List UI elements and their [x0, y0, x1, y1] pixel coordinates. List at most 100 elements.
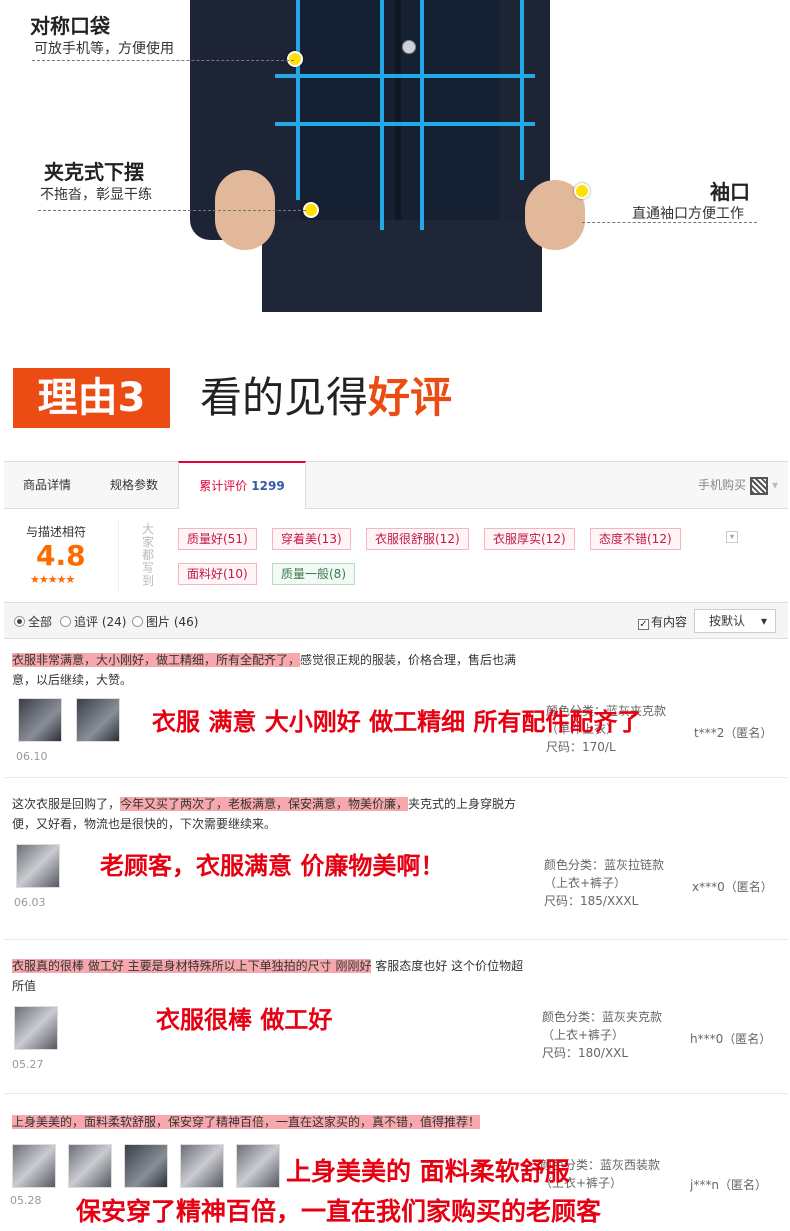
mobile-buy-link[interactable]: 手机购买 ▾ [698, 476, 778, 495]
review-overlay-caption: 衣服 满意 大小刚好 做工精细 所有配件配齐了 [152, 708, 642, 736]
filter-pictures[interactable]: 图片 (46) [132, 613, 198, 630]
cuff-callout-title: 袖口 [710, 180, 750, 204]
radio-checked-icon [14, 616, 25, 627]
review-text: 这次衣服是回购了，今年又买了两次了，老板满意，保安满意，物美价廉，夹克式的上身穿… [12, 794, 532, 834]
review-text: 上身美美的，面料柔软舒服，保安穿了精神百倍，一直在这家买的，真不错，值得推荐！ [12, 1112, 612, 1132]
caret-down-icon: ▾ [771, 478, 778, 492]
review-overlay-caption: 上身美美的 面料柔软舒服 [286, 1157, 570, 1186]
measure-line [380, 0, 384, 230]
measure-line [275, 122, 535, 126]
review-highlight: 上身美美的，面料柔软舒服，保安穿了精神百倍，一直在这家买的，真不错，值得推荐！ [12, 1115, 481, 1129]
review-user: x***0（匿名） [692, 880, 773, 894]
has-content-checkbox[interactable]: ✓ 有内容 [638, 613, 687, 630]
cuff-dot [574, 183, 590, 199]
score-label: 与描述相符 [26, 525, 87, 539]
review-photo[interactable] [68, 1144, 112, 1188]
measure-line [275, 74, 535, 78]
hem-callout-sub: 不拖沓，彰显干练 [40, 187, 152, 203]
review-photo[interactable] [12, 1144, 56, 1188]
pocket-callout-line [32, 60, 294, 61]
reason-heading: 看的见得好评 [200, 366, 452, 430]
jacket-button [402, 40, 416, 54]
review-date: 05.28 [10, 1194, 42, 1207]
radio-icon [60, 616, 71, 627]
reason-badge: 理由3 [13, 368, 170, 428]
review-date: 06.10 [16, 750, 48, 763]
review-text: 衣服真的很棒 做工好 主要是身材特殊所以上下单独拍的尺寸 刚刚好 客服态度也好 … [12, 956, 532, 996]
checkbox-checked-icon: ✓ [638, 619, 649, 630]
measure-line [420, 0, 424, 230]
review-user: h***0（匿名） [690, 1032, 772, 1046]
tag-thick[interactable]: 衣服厚实(12) [484, 528, 575, 550]
sku-size: 尺码：180/XXL [542, 1046, 629, 1060]
filter-followup-label: 追评 (24) [74, 615, 127, 629]
review-photo[interactable] [236, 1144, 280, 1188]
review-date: 06.03 [14, 896, 46, 909]
tag-looks-good[interactable]: 穿着美(13) [272, 528, 351, 550]
review-filter-bar: 全部 追评 (24) 图片 (46) ✓ 有内容 按默认 ▾ [4, 603, 788, 639]
radio-icon [132, 616, 143, 627]
review-photo[interactable] [14, 1006, 58, 1050]
tab-reviews-label: 累计评价 [199, 479, 248, 493]
sku-size: 尺码：170/L [546, 740, 616, 754]
review-item: 衣服真的很棒 做工好 主要是身材特殊所以上下单独拍的尺寸 刚刚好 客服态度也好 … [4, 942, 788, 1094]
tab-specs[interactable]: 规格参数 [90, 462, 178, 509]
review-sku: 颜色分类：蓝灰夹克款 （上衣+裤子） 尺码：180/XXL [542, 1008, 662, 1062]
tag-quality-good[interactable]: 质量好(51) [178, 528, 257, 550]
filter-all[interactable]: 全部 [14, 613, 52, 630]
pocket-callout-title: 对称口袋 [30, 14, 110, 38]
pocket-callout-sub: 可放手机等，方便使用 [34, 41, 174, 57]
tag-good-fabric[interactable]: 面料好(10) [178, 563, 257, 585]
review-count: 1299 [251, 479, 285, 493]
sku-set: （上衣+裤子） [542, 1028, 625, 1042]
sku-color: 颜色分类：蓝灰拉链款 [544, 858, 665, 872]
review-photo[interactable] [124, 1144, 168, 1188]
review-overlay-caption: 衣服很棒 做工好 [156, 1006, 333, 1034]
measure-line [520, 0, 524, 180]
pants-illustration [262, 220, 542, 312]
qr-code-icon [749, 476, 768, 495]
tag-comfortable[interactable]: 衣服很舒服(12) [366, 528, 469, 550]
review-highlight: 衣服真的很棒 做工好 主要是身材特殊所以上下单独拍的尺寸 刚刚好 [12, 959, 372, 973]
tab-reviews[interactable]: 累计评价 1299 [178, 461, 306, 509]
hem-callout-title: 夹克式下摆 [44, 160, 144, 184]
star-rating-icon: ★★★★★ [30, 573, 75, 586]
filter-all-label: 全部 [28, 615, 53, 629]
divider [118, 521, 119, 591]
review-photo[interactable] [180, 1144, 224, 1188]
review-text: 衣服非常满意，大小刚好，做工精细，所有全配齐了，感觉很正规的服装，价格合理，售后… [12, 650, 532, 690]
filter-followup[interactable]: 追评 (24) [60, 613, 126, 630]
product-detail-image: 对称口袋 可放手机等，方便使用 夹克式下摆 不拖沓，彰显干练 袖口 直通袖口方便… [0, 0, 790, 330]
review-tab-bar: 商品详情 规格参数 累计评价 1299 手机购买 ▾ [4, 461, 788, 509]
review-user: j***n（匿名） [690, 1178, 767, 1192]
tag-good-attitude[interactable]: 态度不错(12) [590, 528, 681, 550]
jacket-placket [395, 0, 401, 240]
review-item: 这次衣服是回购了，今年又买了两次了，老板满意，保安满意，物美价廉，夹克式的上身穿… [4, 780, 788, 940]
cuff-callout-sub: 直通袖口方便工作 [632, 206, 744, 222]
review-photo[interactable] [18, 698, 62, 742]
score-value: 4.8 [36, 539, 86, 572]
review-photo[interactable] [16, 844, 60, 888]
sku-color: 颜色分类：蓝灰夹克款 [542, 1010, 663, 1024]
review-item: 上身美美的，面料柔软舒服，保安穿了精神百倍，一直在这家买的，真不错，值得推荐！ … [4, 1098, 788, 1229]
review-user: t***2（匿名） [694, 726, 773, 740]
hem-callout-line [38, 210, 306, 211]
sku-size: 尺码：185/XXXL [544, 894, 639, 908]
mobile-buy-label: 手机购买 [697, 478, 746, 492]
review-date: 05.27 [12, 1058, 44, 1071]
everyone-says-label: 大家都写到 [142, 522, 155, 588]
review-item: 衣服非常满意，大小刚好，做工精细，所有全配齐了，感觉很正规的服装，价格合理，售后… [4, 640, 788, 778]
has-content-label: 有内容 [651, 615, 688, 629]
review-highlight: 衣服非常满意，大小刚好，做工精细，所有全配齐了， [12, 653, 301, 667]
review-photo[interactable] [76, 698, 120, 742]
sort-dropdown[interactable]: 按默认 ▾ [694, 609, 776, 633]
sku-set: （上衣+裤子） [544, 876, 627, 890]
tag-quality-average[interactable]: 质量一般(8) [272, 563, 355, 585]
review-highlight: 今年又买了两次了，老板满意，保安满意，物美价廉， [120, 797, 409, 811]
tab-product-details[interactable]: 商品详情 [4, 462, 90, 509]
sort-label: 按默认 [709, 614, 746, 628]
filter-pictures-label: 图片 (46) [146, 615, 199, 629]
cuff-callout-line [582, 222, 757, 223]
expand-tags-icon[interactable]: ▾ [726, 531, 738, 543]
review-lead: 这次衣服是回购了， [12, 797, 121, 811]
